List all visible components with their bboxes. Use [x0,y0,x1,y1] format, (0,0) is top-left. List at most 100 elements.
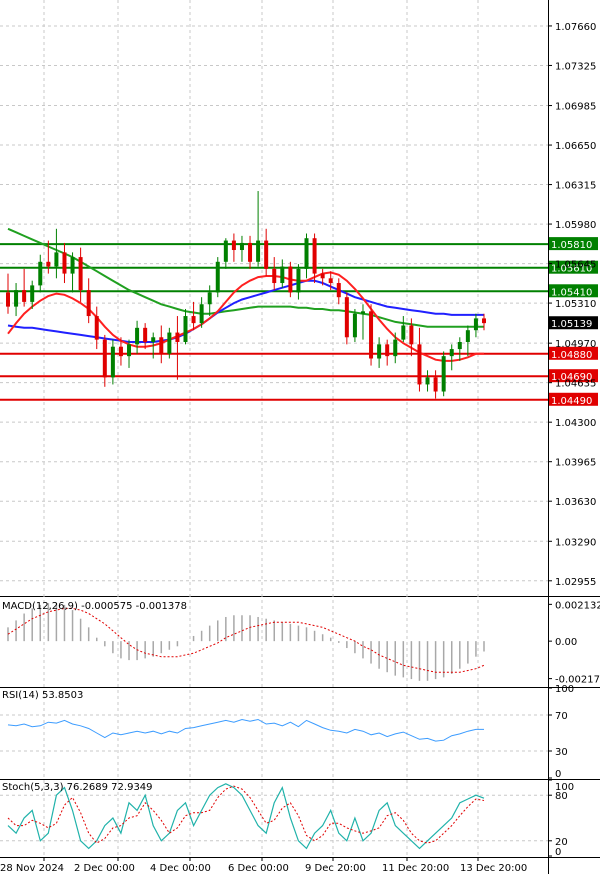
candle-body [433,377,438,392]
candle-body [127,344,132,357]
price-tick-label: 1.04300 [555,418,596,429]
level-label: 1.04490 [551,396,592,407]
candle-body [167,332,172,354]
time-tick-label: 2 Dec 00:00 [74,863,135,874]
rsi-tick-label: 0 [555,769,561,780]
price-tick-label: 1.07325 [555,61,596,72]
candle-body [46,261,51,267]
macd-title: MACD(12,26,9) -0.000575 -0.001378 [2,601,187,612]
candle-body [135,327,140,345]
candle-body [288,266,293,293]
forex-chart: 1.058101.056101.054101.048801.046901.044… [0,0,600,874]
candle-body [30,285,35,302]
stoch-tick-label: 80 [555,791,568,802]
time-tick-label: 4 Dec 00:00 [150,863,211,874]
candle-body [272,268,277,284]
candle-body [473,318,478,331]
price-tick-label: 1.05645 [555,260,596,271]
candle-body [280,266,285,284]
candle-body [94,316,99,340]
candle-body [38,261,43,286]
candle-body [352,313,357,338]
price-tick-label: 1.03965 [555,458,596,469]
candle-body [143,327,148,342]
price-tick-label: 1.05980 [555,220,596,231]
candle-body [231,240,236,251]
last-price-label: 1.05139 [551,319,592,330]
chart-background [0,0,600,874]
candle-body [102,339,107,378]
rsi-tick-label: 30 [555,747,568,758]
time-tick-label: 11 Dec 20:00 [382,863,449,874]
candle-body [328,278,333,284]
candle-body [118,346,123,357]
price-tick-label: 1.06315 [555,181,596,192]
price-tick-label: 1.05310 [555,299,596,310]
candle-body [110,346,115,378]
candle-body [344,297,349,338]
candle-body [151,337,156,342]
rsi-tick-label: 70 [555,711,568,722]
price-tick-label: 1.04970 [555,339,596,350]
candle-body [369,311,374,359]
price-tick-label: 1.07660 [555,22,596,33]
price-tick-label: 1.03290 [555,537,596,548]
candle-body [457,341,462,350]
time-tick-label: 28 Nov 2024 [0,863,64,874]
price-tick-label: 1.06650 [555,141,596,152]
candle-body [207,292,212,305]
price-tick-label: 1.02955 [555,577,596,588]
candle-body [256,240,261,262]
candle-body [441,356,446,392]
candle-body [14,290,19,307]
time-tick-label: 13 Dec 20:00 [460,863,527,874]
macd-tick-label: 0.00 [555,637,577,648]
candle-body [223,240,228,262]
candle-body [159,337,164,354]
candle-body [401,325,406,340]
rsi-title: RSI(14) 53.8503 [2,690,83,701]
candle-body [175,332,180,342]
price-tick-label: 1.04635 [555,379,596,390]
level-label: 1.05810 [551,240,592,251]
candle-body [191,316,196,324]
candle-body [78,257,83,291]
candle-body [465,330,470,342]
candle-body [183,316,188,342]
candle-body [377,344,382,359]
candle-body [215,261,220,293]
price-tick-label: 1.06985 [555,102,596,113]
stoch-title: Stoch(5,3,3) 76.2689 72.9349 [2,782,153,793]
candle-body [199,304,204,324]
candle-body [248,242,253,262]
candle-body [449,349,454,357]
price-tick-label: 1.03630 [555,497,596,508]
candle-body [70,257,75,274]
candle-body [482,318,486,324]
candle-body [62,252,67,274]
time-tick-label: 6 Dec 00:00 [228,863,289,874]
candle-body [336,283,341,298]
candle-body [320,273,325,279]
candle-body [304,238,309,269]
time-tick-label: 9 Dec 20:00 [305,863,366,874]
candle-body [425,377,430,385]
candle-body [409,325,414,345]
level-label: 1.05410 [551,287,592,298]
candle-body [296,268,301,293]
candle-body [6,292,10,307]
candle-body [360,311,365,314]
candle-body [417,344,422,385]
candle-body [312,238,317,274]
candle-body [264,240,269,269]
candle-body [239,242,244,251]
candle-body [385,344,390,357]
candle-body [54,252,59,267]
stoch-tick-label: 0 [555,847,561,858]
macd-tick-label: 0.002132 [555,600,600,611]
level-label: 1.04880 [551,350,592,361]
candle-body [86,290,91,317]
rsi-tick-label: 100 [555,684,574,695]
candle-body [22,290,27,302]
candle-body [393,339,398,357]
